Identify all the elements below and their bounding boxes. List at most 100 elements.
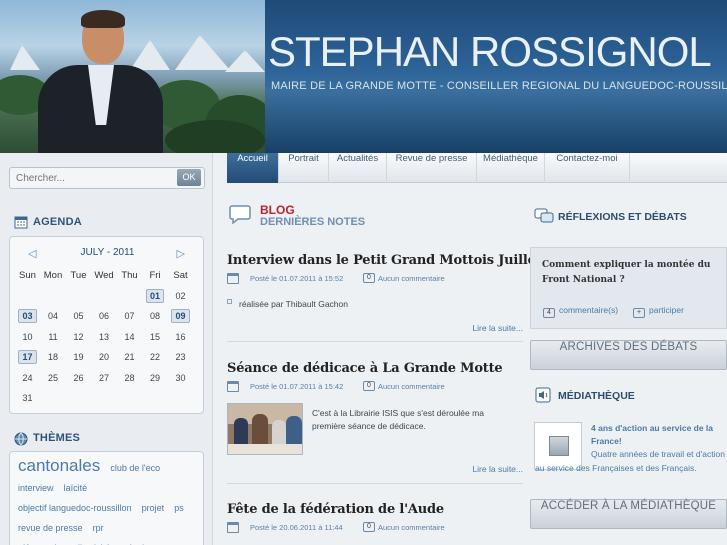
tag-link[interactable]: cantonales <box>18 456 100 475</box>
calendar-day: 20 <box>98 352 109 363</box>
calendar-day: 02 <box>175 290 186 301</box>
calendar-day: 27 <box>98 372 109 383</box>
calendar-day[interactable]: 17 <box>15 350 40 365</box>
comment-icon: 0 <box>363 381 375 391</box>
agenda-title: AGENDA <box>33 216 82 228</box>
post-excerpt: C'est à la Librairie ISIS que s'est déro… <box>312 408 484 431</box>
site-header: STEPHAN ROSSIGNOL MAIRE DE LA GRANDE MOT… <box>0 0 727 153</box>
calendar-week: 01 02 <box>15 286 201 307</box>
next-month-icon[interactable]: ▷ <box>177 247 185 260</box>
blog-subtitle: DERNIÈRES NOTES <box>260 216 366 228</box>
tag-link[interactable]: revue de presse <box>18 523 83 533</box>
day-name: Fri <box>149 269 161 281</box>
nav-item-4[interactable]: Médiathèque <box>477 153 545 183</box>
day-name: Sun <box>19 269 36 281</box>
nav-item-3[interactable]: Revue de presse <box>387 153 477 183</box>
calendar-icon <box>14 216 28 229</box>
tag-link[interactable]: ps <box>174 503 184 513</box>
media-description: Quatre années de travail et d'action au … <box>535 449 725 473</box>
calendar-day: 31 <box>22 393 33 404</box>
media-link[interactable]: 4 ans d'action au service de la France! <box>591 422 727 448</box>
post-thumbnail[interactable] <box>227 403 303 455</box>
event-day-link[interactable]: 01 <box>145 288 164 303</box>
post-title[interactable]: Fête de la fédération de l'Aude <box>227 502 444 517</box>
divider <box>227 483 523 484</box>
bullet-icon <box>227 299 232 304</box>
post-meta: Posté le 01.07.2011 à 15:42 0 Aucun comm… <box>227 381 523 395</box>
post-date: Posté le 01.07.2011 à 15:42 <box>250 382 344 391</box>
calendar-day: 25 <box>47 372 58 383</box>
debate-comments-link[interactable]: 4 commentaire(s) <box>543 305 618 318</box>
discussion-icon <box>534 208 554 223</box>
event-day-link[interactable]: 17 <box>18 350 37 365</box>
calendar-day[interactable]: 09 <box>168 309 193 324</box>
blog-section: BLOG DERNIÈRES NOTES Interview dans le P… <box>227 195 579 545</box>
site-title: STEPHAN ROSSIGNOL <box>268 28 712 75</box>
day-name: Thu <box>121 269 138 281</box>
comment-icon: 0 <box>363 522 375 532</box>
calendar-day: 28 <box>124 372 135 383</box>
tag-link[interactable]: laïcité <box>64 483 88 493</box>
tag-link[interactable]: projet <box>142 503 165 513</box>
nav-item-1[interactable]: Portrait <box>279 153 329 183</box>
calendar-day: 11 <box>48 331 58 342</box>
post-comments-link[interactable]: Aucun commentaire <box>378 382 445 391</box>
post-excerpt: réalisée par Thibault Gachon <box>239 299 348 309</box>
calendar-day: 07 <box>124 311 135 322</box>
tag-link[interactable]: objectif languedoc-roussillon <box>18 503 132 513</box>
themes-title: THÈMES <box>33 432 81 444</box>
calendar-week: 31 <box>15 388 201 409</box>
event-day-link[interactable]: 03 <box>18 309 37 324</box>
comment-icon: 0 <box>363 273 375 283</box>
tag-cloud: cantonales club de l'eco interview laïci… <box>9 451 204 545</box>
calendar-grid: Sun Mon Tue Wed Thu Fri Sat 01 02 03 04 05 06 07 08 09 1… <box>15 265 201 409</box>
debate-comments-label: commentaire(s) <box>559 305 619 315</box>
post-title[interactable]: Interview dans le Petit Grand Mottois Ju… <box>227 253 579 268</box>
calendar-day: 18 <box>47 352 58 363</box>
calendar-day: 08 <box>149 311 160 322</box>
site-subtitle: MAIRE DE LA GRANDE MOTTE - CONSEILLER RE… <box>271 80 727 92</box>
right-sidebar: RÉFLEXIONS ET DÉBATS Comment expliquer l… <box>530 195 727 545</box>
calendar-day: 14 <box>124 331 135 342</box>
header-photo <box>0 0 265 153</box>
debate-question[interactable]: Comment expliquer la montée du Front Nat… <box>542 258 722 288</box>
main-nav: Accueil Portrait Actualités Revue de presse… <box>227 153 727 183</box>
post-comments-link[interactable]: Aucun commentaire <box>378 274 445 283</box>
speech-bubble-icon <box>229 205 251 224</box>
participate-link[interactable]: + participer <box>633 305 684 318</box>
calendar-week: 24 25 26 27 28 29 30 <box>15 368 201 389</box>
tag-link[interactable]: interview <box>18 483 54 493</box>
calendar-day: 10 <box>22 331 33 342</box>
debate-archives-button[interactable]: ARCHIVES DES DÉBATS <box>530 340 727 370</box>
debates-title: RÉFLEXIONS ET DÉBATS <box>558 211 687 223</box>
search-input[interactable] <box>12 170 174 186</box>
post-date: Posté le 01.07.2011 à 15:52 <box>250 274 344 283</box>
divider <box>227 341 523 342</box>
participate-label: participer <box>649 305 684 315</box>
media-library-button[interactable]: ACCÉDER À LA MÉDIATHÈQUE <box>530 499 727 529</box>
tag-link[interactable]: rpr <box>93 523 104 533</box>
calendar-day: 12 <box>73 331 84 342</box>
calendar-day[interactable]: 01 <box>143 288 168 303</box>
day-name: Mon <box>43 269 63 281</box>
agenda-calendar: ◁ JULY - 2011 ▷ Sun Mon Tue Wed Thu Fri Sat 01 0… <box>9 236 204 414</box>
post-comments-link[interactable]: Aucun commentaire <box>378 523 445 532</box>
calendar-day: 26 <box>73 372 84 383</box>
day-name: Sat <box>173 269 188 281</box>
post-title[interactable]: Séance de dédicace à La Grande Motte <box>227 361 503 376</box>
comment-icon: 4 <box>543 308 555 318</box>
nav-item-0[interactable]: Accueil <box>227 153 279 183</box>
calendar-day: 13 <box>98 331 109 342</box>
day-name: Tue <box>70 269 87 281</box>
read-more-link[interactable]: Lire la suite... <box>472 323 523 333</box>
read-more-link[interactable]: Lire la suite... <box>472 464 523 474</box>
nav-item-2[interactable]: Actualités <box>329 153 387 183</box>
calendar-icon <box>227 273 239 284</box>
page: STEPHAN ROSSIGNOL MAIRE DE LA GRANDE MOT… <box>0 0 727 545</box>
nav-item-5[interactable]: Contactez-moi <box>545 153 630 183</box>
event-day-link[interactable]: 09 <box>171 309 190 324</box>
calendar-day[interactable]: 03 <box>15 309 40 324</box>
tag-link[interactable]: club de l'eco <box>110 463 160 473</box>
search-button[interactable]: OK <box>177 169 201 186</box>
media-title: MÉDIATHÈQUE <box>558 390 635 402</box>
